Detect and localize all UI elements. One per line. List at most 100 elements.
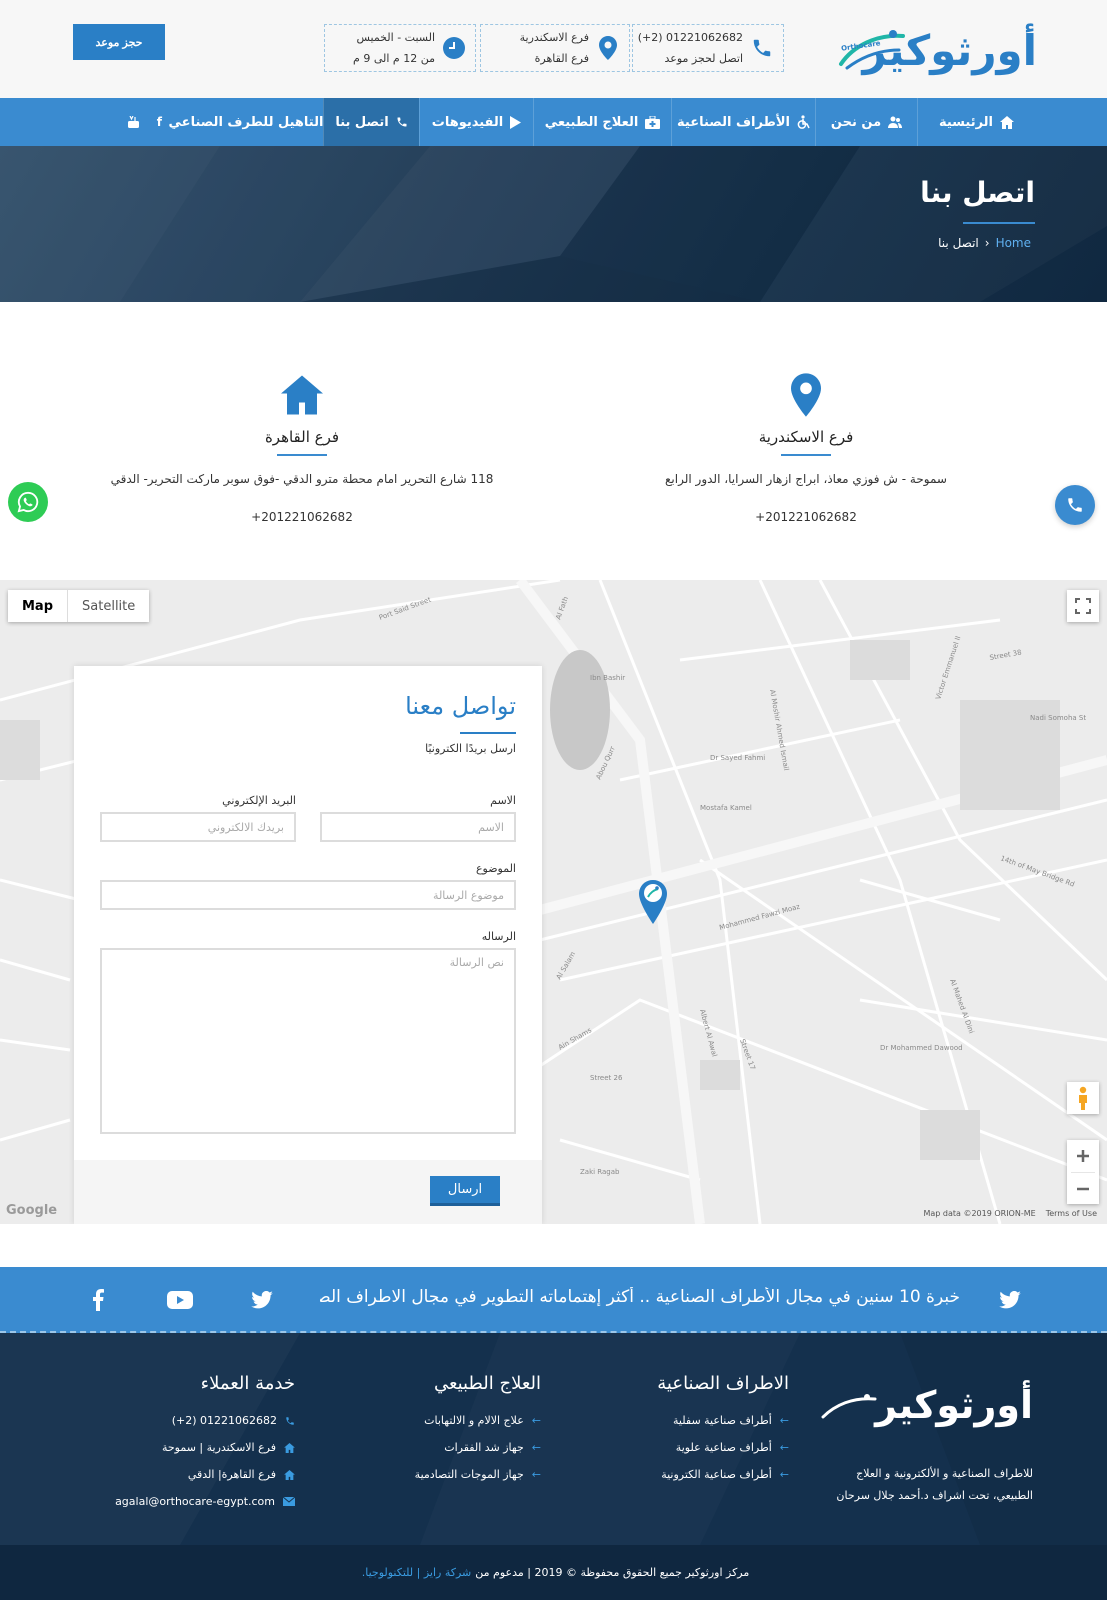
- copyright-company-link[interactable]: شركة رايز | للتكنولوجيا.: [362, 1566, 472, 1579]
- main-nav: الرئيسية من نحن الأطراف الصناعية العلاج …: [0, 98, 1107, 146]
- footer-email[interactable]: agalal@orthocare-egypt.com: [115, 1495, 295, 1508]
- submit-button[interactable]: ارسال: [430, 1176, 500, 1206]
- street-view-pegman-icon[interactable]: [1067, 1082, 1099, 1114]
- copyright-text: مركز اورثوكير جميع الحقوق محفوظة © 2019 …: [475, 1566, 750, 1579]
- footer-phone-label: 01221062682 (2+): [171, 1414, 277, 1427]
- svg-text:Nadi Somoha St: Nadi Somoha St: [1030, 714, 1086, 722]
- form-subtitle: ارسل بريدًا الكترونيًا: [425, 742, 516, 755]
- map-type-control: Map Satellite: [8, 590, 150, 622]
- nav-item-rehab[interactable]: التاهيل للطرف الصناعي: [168, 98, 324, 146]
- map-pin-icon: [595, 35, 621, 61]
- arrow-left-icon: ←: [779, 1414, 789, 1427]
- hours-days: السبت - الخميس: [356, 31, 435, 44]
- users-icon: [888, 116, 903, 128]
- footer-branch-label: فرع القاهرة| الدقي: [187, 1468, 276, 1481]
- google-map[interactable]: Port Said Street Ibn Bashir Abou Qurr Dr…: [0, 580, 1107, 1224]
- branch-phone[interactable]: +201221062682: [52, 510, 552, 524]
- arrow-left-icon: ←: [531, 1468, 541, 1481]
- twitter-icon[interactable]: [996, 1287, 1024, 1313]
- footer-link-label: جهاز الموجات التصادمية: [414, 1468, 524, 1481]
- footer-link-label: أطراف صناعية سفلية: [673, 1414, 772, 1427]
- name-label: الاسم: [490, 794, 516, 807]
- footer-col-title: العلاج الطبيعي: [433, 1373, 541, 1394]
- breadcrumb: Home ‹ اتصل بنا: [938, 236, 1031, 250]
- home-icon: [52, 370, 552, 420]
- branch-phone[interactable]: +201221062682: [556, 510, 1056, 524]
- nav-item-home[interactable]: الرئيسية: [917, 98, 1035, 146]
- map-data-text: Map data ©2019 ORION-ME: [923, 1209, 1036, 1218]
- branch-underline: [277, 454, 327, 456]
- breadcrumb-home-link[interactable]: Home: [996, 236, 1031, 250]
- branch-cairo: فرع القاهرة 118 شارع التحرير امام محطة م…: [52, 370, 552, 524]
- footer-link[interactable]: ← أطراف صناعية علوية: [657, 1441, 789, 1454]
- whatsapp-button[interactable]: [8, 482, 48, 522]
- fullscreen-icon[interactable]: [1067, 590, 1099, 622]
- wheelchair-icon: [797, 115, 810, 129]
- breadcrumb-current: اتصل بنا: [938, 236, 979, 250]
- footer-phone[interactable]: 01221062682 (2+): [115, 1414, 295, 1427]
- message-textarea[interactable]: نص الرسالة: [100, 948, 516, 1134]
- nav-item-label: الأطراف الصناعية: [677, 114, 790, 130]
- logo[interactable]: Orthocare أورثوكير: [837, 22, 1039, 78]
- news-ticker: خبرة 10 سنين في مجال الأطراف الصناعية ..…: [0, 1267, 1107, 1333]
- email-input[interactable]: بريدك الالكتروني: [100, 812, 296, 842]
- breadcrumb-separator: ‹: [984, 236, 990, 250]
- map-terms-link[interactable]: Terms of Use: [1046, 1209, 1097, 1218]
- footer-col-title: الاطراف الصناعية: [657, 1373, 789, 1394]
- call-button[interactable]: [1055, 485, 1095, 525]
- svg-text:Dr Sayed Fahmi: Dr Sayed Fahmi: [710, 754, 765, 762]
- title-underline: [963, 222, 1035, 224]
- phone-icon: [749, 35, 775, 61]
- phone-icon: [286, 1416, 294, 1425]
- footer-link-label: علاج الالام و الالتهابات: [424, 1414, 524, 1427]
- footer-link[interactable]: ← أطراف صناعية الكترونية: [657, 1468, 789, 1481]
- arrow-left-icon: ←: [779, 1468, 789, 1481]
- medkit-icon: [645, 115, 661, 129]
- branch-address: سموحة - ش فوزي معاذ، ابراج ازهار السرايا…: [665, 472, 947, 486]
- footer-link-label: أطراف صناعية علوية: [675, 1441, 772, 1454]
- footer-branch-label: فرع الاسكندرية | سموحة: [161, 1441, 276, 1454]
- nav-facebook-icon[interactable]: f: [150, 98, 162, 146]
- footer-link[interactable]: ← أطراف صناعية سفلية: [657, 1414, 789, 1427]
- phone-info-box[interactable]: 01221062682 (2+) اتصل لحجز موعد: [632, 24, 784, 72]
- nav-item-prosthetics[interactable]: الأطراف الصناعية: [671, 98, 815, 146]
- email-label: البريد الإلكتروني: [222, 794, 296, 807]
- facebook-icon[interactable]: [84, 1287, 112, 1313]
- facebook-letter: f: [156, 115, 162, 129]
- nav-youtube-icon[interactable]: [125, 98, 139, 146]
- arrow-left-icon: ←: [531, 1441, 541, 1454]
- nav-item-videos[interactable]: الفيديوهات: [419, 98, 533, 146]
- arrow-left-icon: ←: [779, 1441, 789, 1454]
- subject-input[interactable]: موضوع الرسالة: [100, 880, 516, 910]
- map-marker-icon[interactable]: [636, 878, 670, 930]
- nav-item-physio[interactable]: العلاج الطبيعي: [533, 98, 671, 146]
- hours-info-box: السبت - الخميس من 12 م الى 9 م: [324, 24, 476, 72]
- zoom-out-button[interactable]: [1071, 1172, 1095, 1204]
- map-type-map-button[interactable]: Map: [8, 590, 69, 622]
- nav-item-label: العلاج الطبيعي: [544, 114, 639, 130]
- name-input[interactable]: الاسم: [320, 812, 516, 842]
- footer-link[interactable]: ← جهاز الموجات التصادمية: [415, 1468, 541, 1481]
- svg-text:Mostafa Kamel: Mostafa Kamel: [700, 804, 752, 812]
- nav-item-label: التاهيل للطرف الصناعي: [168, 114, 324, 130]
- footer-link[interactable]: ← جهاز شد الفقرات: [415, 1441, 541, 1454]
- hours-time: من 12 م الى 9 م: [353, 52, 435, 65]
- branch-name: فرع القاهرة: [264, 428, 340, 446]
- home-icon: [284, 1442, 295, 1453]
- clock-icon: [441, 35, 467, 61]
- footer-logo[interactable]: أورثوكير: [821, 1383, 1035, 1427]
- branch-cairo-label: فرع القاهرة: [534, 52, 589, 65]
- youtube-icon[interactable]: [166, 1287, 194, 1313]
- book-appointment-button[interactable]: حجز موعد: [73, 24, 165, 60]
- zoom-in-button[interactable]: [1075, 1140, 1091, 1172]
- phone-icon: [396, 116, 408, 128]
- branches-info-box: فرع الاسكندرية فرع القاهرة: [480, 24, 630, 72]
- form-title-underline: [460, 732, 516, 734]
- nav-item-contact[interactable]: اتصل بنا: [323, 98, 419, 146]
- footer-logo-text: أورثوكير: [875, 1383, 1035, 1427]
- footer-branch-alex: فرع الاسكندرية | سموحة: [115, 1441, 295, 1454]
- footer-link[interactable]: ← علاج الالام و الالتهابات: [415, 1414, 541, 1427]
- nav-item-about[interactable]: من نحن: [815, 98, 917, 146]
- twitter-icon[interactable]: [248, 1287, 276, 1313]
- map-type-satellite-button[interactable]: Satellite: [68, 590, 149, 622]
